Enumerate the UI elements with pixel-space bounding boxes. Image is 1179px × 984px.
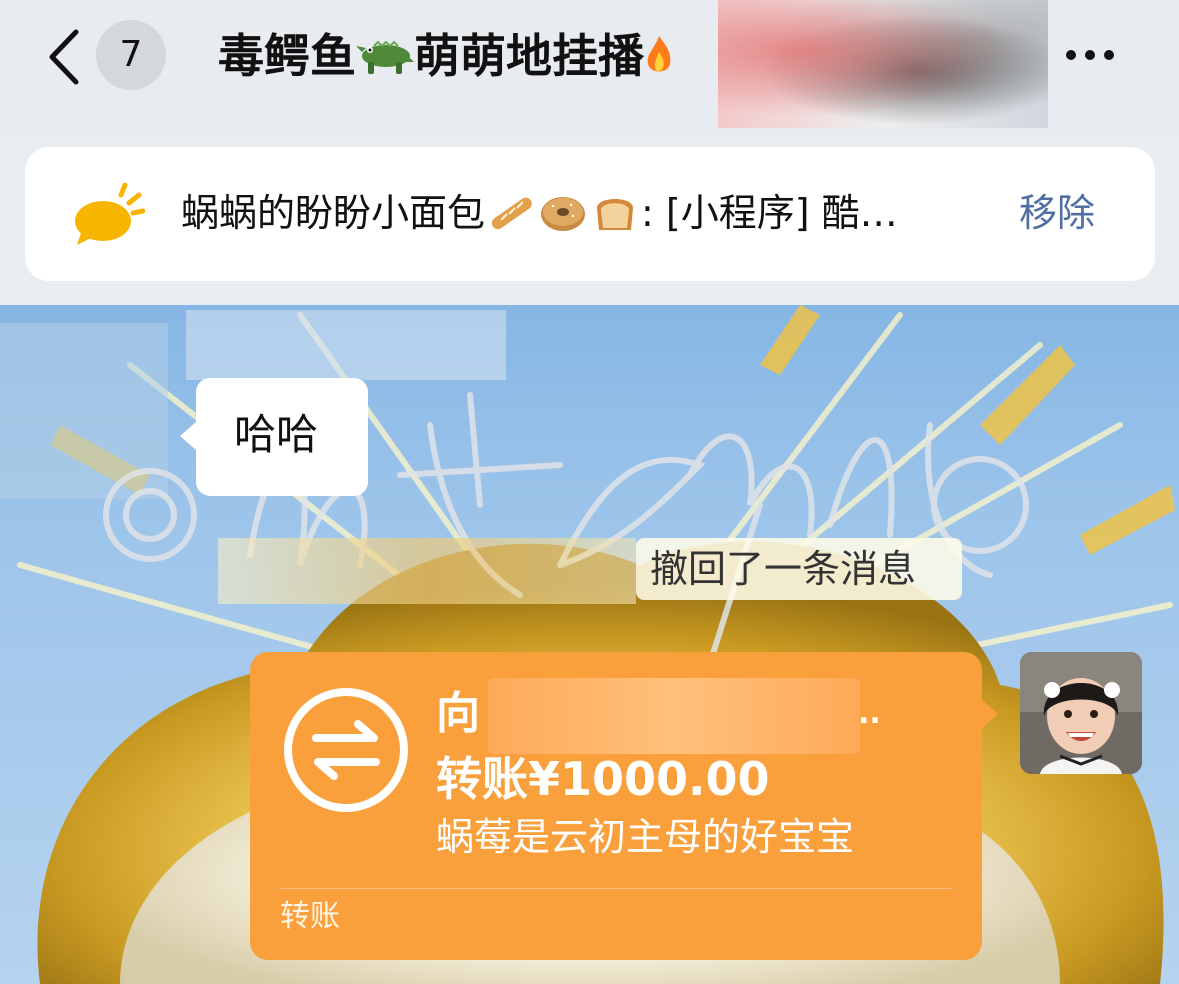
transfer-recipient-suffix: .. (858, 696, 881, 731)
pinned-message-content: : [小程序] 酷… (641, 191, 898, 235)
system-recall-notice: 撤回了一条消息 (636, 538, 962, 600)
sender-avatar[interactable] (1020, 652, 1142, 774)
pinned-message-card[interactable]: 蜗蜗的盼盼小面包 : [小程序] 酷… 移除 (25, 147, 1155, 281)
chat-title[interactable]: 毒鳄鱼 萌萌地挂播 (218, 26, 674, 86)
back-button[interactable] (40, 22, 90, 92)
transfer-divider (280, 888, 952, 889)
transfer-amount: 转账¥1000.00 (436, 752, 770, 806)
more-options-button[interactable] (1066, 45, 1126, 69)
transfer-arrows-icon (284, 688, 408, 812)
chat-header: 7 毒鳄鱼 萌萌地挂播 (0, 0, 1179, 130)
system-notice-text: 撤回了一条消息 (650, 547, 917, 591)
avatar-photo (1020, 652, 1142, 774)
blurred-recipient-name (488, 678, 860, 754)
title-part-1: 毒鳄鱼 (218, 29, 356, 83)
transfer-type-label: 转账 (280, 899, 340, 934)
crocodile-icon (356, 40, 414, 74)
transfer-recipient-prefix: 向 (436, 688, 480, 739)
transfer-message-card[interactable]: 向 .. 转账¥1000.00 蜗莓是云初主母的好宝宝 转账 (250, 652, 998, 960)
title-part-2: 萌萌地挂播 (414, 29, 644, 83)
pinned-message-text: 蜗蜗的盼盼小面包 : [小程序] 酷… (181, 187, 971, 239)
bagel-icon (541, 197, 586, 231)
received-message-bubble[interactable]: 哈哈 (180, 378, 368, 496)
chat-message-area[interactable]: 哈哈 撤回了一条消息 向 .. 转账¥1000.00 蜗莓是云初主母的好宝宝 转… (0, 305, 1179, 984)
more-dot-icon (1085, 50, 1095, 60)
redaction-scribble (718, 0, 1048, 128)
chat-screen: 7 毒鳄鱼 萌萌地挂播 蜗蜗的盼盼小面包: [小程序] 酷… 移除 哈哈 撤回… (0, 0, 1179, 984)
more-dot-icon (1066, 50, 1076, 60)
chevron-left-icon (49, 29, 79, 85)
more-dot-icon (1104, 50, 1114, 60)
bread-icon (597, 199, 634, 230)
unread-count-badge[interactable]: 7 (96, 20, 166, 90)
received-message-text: 哈哈 (234, 410, 319, 459)
remove-pinned-button[interactable]: 移除 (1019, 187, 1095, 239)
speech-bubble-notice-icon (75, 183, 145, 245)
baguette-icon (491, 197, 532, 230)
blurred-name-area (218, 538, 636, 604)
transfer-note: 蜗莓是云初主母的好宝宝 (436, 815, 855, 859)
pinned-sender: 蜗蜗的盼盼小面包 (181, 191, 486, 235)
fire-icon (647, 36, 671, 72)
